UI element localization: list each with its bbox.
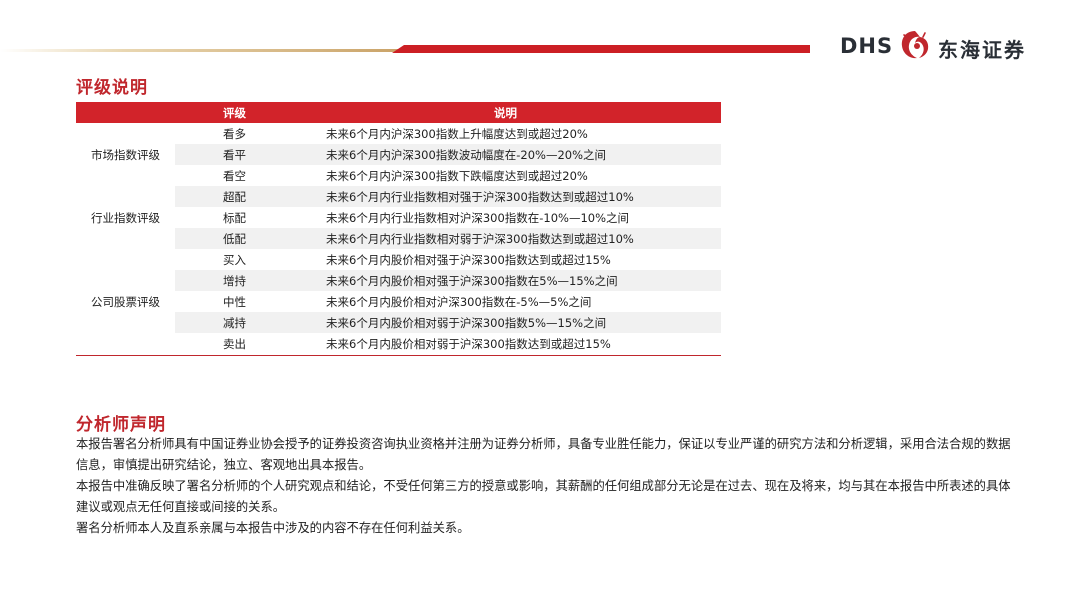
table-row: 减持 未来6个月内股价相对弱于沪深300指数5%—15%之间: [76, 312, 721, 333]
header-description: 说明: [494, 106, 517, 120]
statement-paragraph: 本报告中准确反映了署名分析师的个人研究观点和结论，不受任何第三方的授意或影响，其…: [76, 479, 1011, 514]
header-red-bar: [392, 45, 810, 53]
rating-description: 未来6个月内股价相对弱于沪深300指数5%—15%之间: [326, 316, 607, 330]
rating-description: 未来6个月内沪深300指数下跌幅度达到或超过20%: [326, 169, 588, 183]
table-body: 看多 未来6个月内沪深300指数上升幅度达到或超过20% 看平 未来6个月内沪深300…: [76, 123, 721, 356]
rating-level: 买入: [223, 253, 246, 267]
rating-level: 中性: [223, 295, 246, 309]
rating-level: 超配: [223, 190, 246, 204]
rating-level: 看平: [223, 148, 246, 162]
logo-chinese: 东海证券: [938, 38, 1026, 62]
table-row: 看多 未来6个月内沪深300指数上升幅度达到或超过20%: [76, 123, 721, 144]
rating-section-title: 评级说明: [76, 78, 148, 98]
dragon-emblem-icon: [901, 31, 929, 59]
table-row: 超配 未来6个月内行业指数相对强于沪深300指数达到或超过10%: [76, 186, 721, 207]
logo-latin: DHS: [840, 34, 894, 58]
rating-description: 未来6个月内股价相对强于沪深300指数达到或超过15%: [326, 253, 611, 267]
rating-description: 未来6个月内股价相对弱于沪深300指数达到或超过15%: [326, 337, 611, 351]
table-row: 增持 未来6个月内股价相对强于沪深300指数在5%—15%之间: [76, 270, 721, 291]
rating-description: 未来6个月内行业指数相对强于沪深300指数达到或超过10%: [326, 190, 634, 204]
rating-description: 未来6个月内股价相对强于沪深300指数在5%—15%之间: [326, 274, 618, 288]
table-row: 低配 未来6个月内行业指数相对弱于沪深300指数达到或超过10%: [76, 228, 721, 249]
rating-table: 评级 说明 看多 未来6个月内沪深300指数上升幅度达到或超过20% 看平 未来6个月…: [76, 102, 721, 356]
table-header: 评级 说明: [76, 102, 721, 123]
rating-level: 卖出: [223, 337, 246, 351]
rating-level: 看多: [223, 127, 246, 141]
rating-level: 标配: [223, 211, 246, 225]
rating-category: 市场指数评级: [91, 147, 160, 162]
rating-description: 未来6个月内行业指数相对弱于沪深300指数达到或超过10%: [326, 232, 634, 246]
table-row: 看空 未来6个月内沪深300指数下跌幅度达到或超过20%: [76, 165, 721, 186]
header-gold-line: [0, 49, 410, 52]
analyst-section-title: 分析师声明: [76, 415, 166, 435]
table-row: 买入 未来6个月内股价相对强于沪深300指数达到或超过15%: [76, 249, 721, 270]
statement-paragraph: 署名分析师本人及直系亲属与本报告中涉及的内容不存在任何利益关系。: [76, 521, 470, 535]
rating-level: 看空: [223, 169, 246, 183]
table-bottom-rule: [76, 355, 721, 356]
rating-description: 未来6个月内沪深300指数上升幅度达到或超过20%: [326, 127, 588, 141]
rating-level: 增持: [223, 274, 246, 288]
rating-category: 行业指数评级: [91, 210, 160, 225]
company-logo: DHS 东海证券: [840, 28, 1060, 68]
rating-level: 减持: [223, 316, 246, 330]
rating-category: 公司股票评级: [91, 294, 160, 309]
table-row: 卖出 未来6个月内股价相对弱于沪深300指数达到或超过15%: [76, 333, 721, 354]
rating-level: 低配: [223, 232, 246, 246]
rating-description: 未来6个月内沪深300指数波动幅度在-20%—20%之间: [326, 148, 607, 162]
analyst-statement: 本报告署名分析师具有中国证券业协会授予的证券投资咨询执业资格并注册为证券分析师，…: [76, 434, 1011, 539]
header-level: 评级: [223, 106, 246, 120]
rating-description: 未来6个月内行业指数相对沪深300指数在-10%—10%之间: [326, 211, 630, 225]
statement-paragraph: 本报告署名分析师具有中国证券业协会授予的证券投资咨询执业资格并注册为证券分析师，…: [76, 437, 1011, 472]
header-bar: [0, 45, 810, 54]
rating-description: 未来6个月内股价相对沪深300指数在-5%—5%之间: [326, 295, 592, 309]
